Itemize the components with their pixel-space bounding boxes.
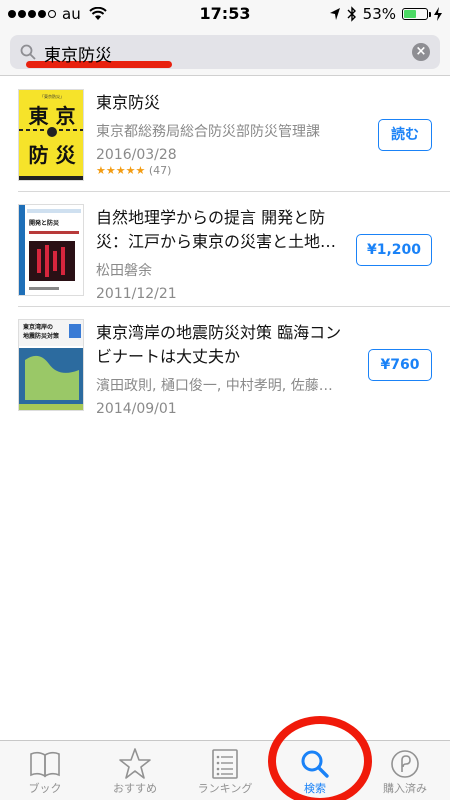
book-title: 東京防災	[96, 93, 161, 112]
book-cover: 「東京防災」 東 京 防 災	[18, 89, 84, 181]
svg-text:「東京防災」: 「東京防災」	[40, 93, 64, 99]
star-icon	[119, 748, 151, 779]
tab-label: おすすめ	[113, 782, 157, 795]
list-item[interactable]: 「東京防災」 東 京 防 災 東京防災 東京都総務局総合防災部防災管理課 201…	[0, 77, 450, 192]
book-date: 2011/12/21	[96, 286, 177, 302]
search-header: 東京防災 ×	[0, 28, 450, 76]
list-item[interactable]: 開発と防災 自然地理学からの提言 開発と防災：江戸から東京の災害と土地… 松田磐…	[0, 192, 450, 307]
book-cover: 開発と防災	[18, 204, 84, 296]
search-query: 東京防災	[44, 46, 112, 66]
tab-recommended[interactable]: おすすめ	[90, 741, 180, 800]
svg-text:地震防災対策: 地震防災対策	[23, 332, 59, 340]
location-arrow-icon	[329, 8, 340, 20]
svg-text:東京湾岸の: 東京湾岸の	[23, 323, 53, 331]
tab-book[interactable]: ブック	[0, 741, 90, 800]
tab-bar: ブック おすすめ ランキング 検索 購入済み	[0, 740, 450, 800]
search-icon	[301, 750, 329, 778]
bluetooth-icon	[347, 6, 356, 22]
status-bar: au 17:53 53%	[0, 0, 450, 28]
tab-purchased[interactable]: 購入済み	[360, 741, 450, 800]
svg-text:防 災: 防 災	[29, 143, 77, 167]
svg-text:東 京: 東 京	[29, 104, 76, 128]
book-cover: 東京湾岸の 地震防災対策	[18, 319, 84, 411]
book-author: 濱田政則, 樋口俊一, 中村孝明, 佐藤孝治…	[96, 378, 346, 394]
tab-label: ランキング	[197, 782, 253, 795]
rating: ★★★★★ (47)	[96, 164, 346, 177]
battery-icon	[402, 8, 431, 20]
purchased-icon	[391, 750, 419, 778]
battery-percent: 53%	[362, 5, 396, 23]
search-icon	[20, 44, 36, 60]
book-date: 2014/09/01	[96, 401, 177, 417]
search-results: 「東京防災」 東 京 防 災 東京防災 東京都総務局総合防災部防災管理課 201…	[0, 77, 450, 422]
tab-search[interactable]: 検索	[270, 741, 360, 800]
svg-text:開発と防災: 開発と防災	[29, 219, 60, 227]
book-author: 東京都総務局総合防災部防災管理課	[96, 124, 320, 140]
read-button[interactable]: 読む	[378, 119, 432, 151]
rating-stars: ★★★★★	[96, 164, 146, 177]
buy-button[interactable]: ¥760	[368, 349, 432, 381]
charging-icon	[434, 7, 442, 21]
tab-ranking[interactable]: ランキング	[180, 741, 270, 800]
buy-button[interactable]: ¥1,200	[356, 234, 432, 266]
rating-count: (47)	[148, 164, 172, 177]
list-item[interactable]: 東京湾岸の 地震防災対策 東京湾岸の地震防災対策 臨海コンビナートは大丈夫か 濱…	[0, 307, 450, 422]
book-date: 2016/03/28	[96, 147, 177, 163]
book-title: 自然地理学からの提言 開発と防災：江戸から東京の災害と土地…	[96, 208, 337, 251]
clear-icon[interactable]: ×	[412, 43, 430, 61]
book-author: 松田磐余	[96, 263, 152, 279]
book-title: 東京湾岸の地震防災対策 臨海コンビナートは大丈夫か	[96, 323, 342, 366]
tab-label: 検索	[304, 782, 326, 795]
list-icon	[212, 749, 238, 779]
tab-label: ブック	[28, 782, 62, 795]
search-input[interactable]: 東京防災 ×	[10, 35, 440, 69]
book-icon	[30, 751, 60, 778]
tab-label: 購入済み	[383, 782, 427, 795]
